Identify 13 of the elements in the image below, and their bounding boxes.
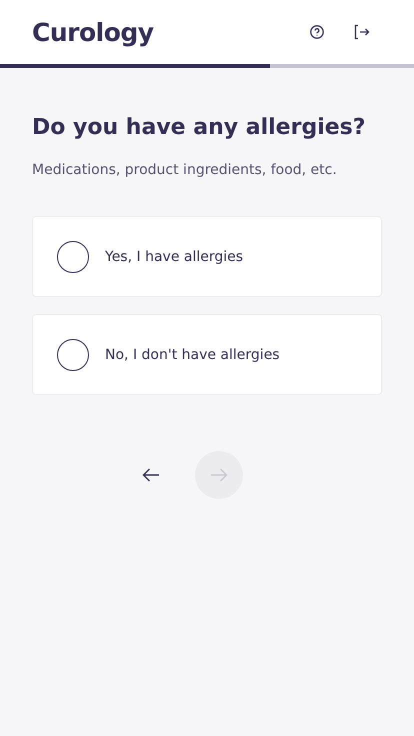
right-arrow-icon — [210, 468, 228, 482]
help-button[interactable] — [307, 22, 327, 42]
logo: Curology — [32, 18, 155, 46]
answer-option[interactable]: No, I don't have allergies — [32, 314, 382, 395]
option-label: Yes, I have allergies — [105, 248, 244, 264]
question-title: Do you have any allergies? — [32, 114, 367, 142]
left-arrow-icon — [142, 468, 160, 482]
radio-button[interactable] — [57, 240, 89, 272]
radio-button[interactable] — [57, 338, 89, 370]
question-hint: Medications, product ingredients, food, etc. — [32, 161, 338, 180]
option-label: No, I don't have allergies — [105, 346, 280, 362]
logout-button[interactable] — [352, 22, 372, 42]
answer-option[interactable]: Yes, I have allergies — [32, 216, 382, 297]
